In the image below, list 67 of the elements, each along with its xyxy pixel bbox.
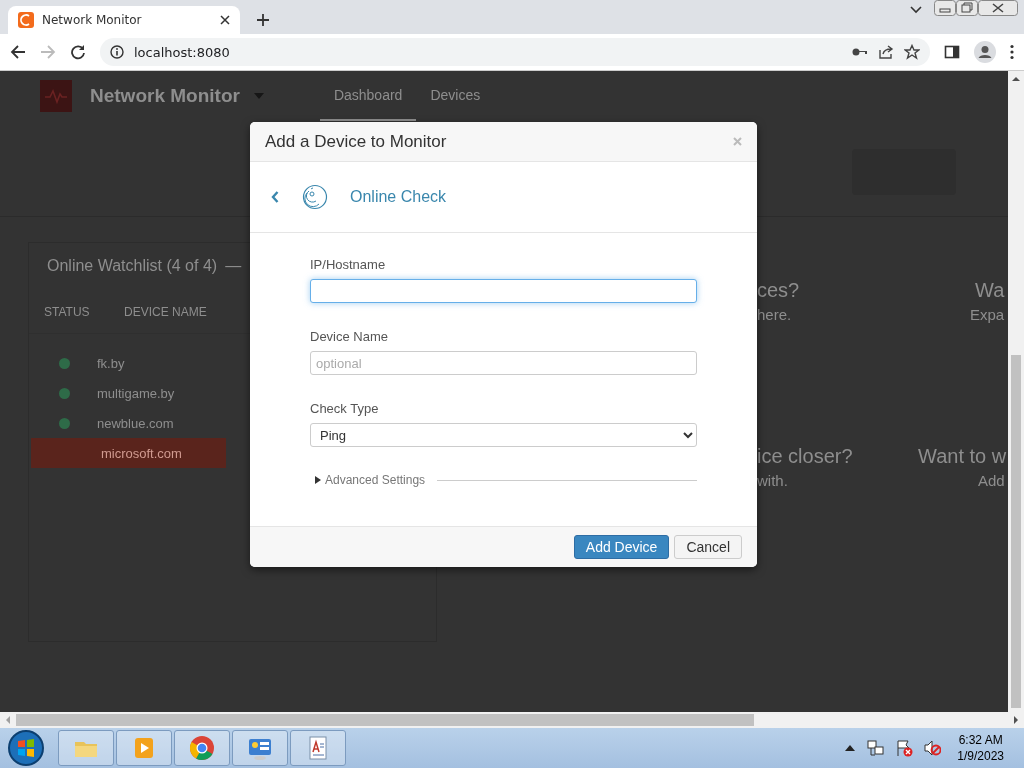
column-header: STATUS bbox=[44, 305, 91, 321]
close-icon[interactable] bbox=[978, 0, 1018, 16]
status-dot bbox=[59, 387, 70, 399]
back-icon[interactable] bbox=[10, 44, 26, 60]
speaker-muted-icon[interactable] bbox=[923, 739, 942, 757]
start-button-icon[interactable] bbox=[6, 728, 46, 768]
device-name: multigame.by bbox=[97, 385, 175, 401]
star-icon[interactable] bbox=[904, 44, 920, 60]
column-header: DEVICE NAME bbox=[124, 305, 207, 321]
field-label: Check Type bbox=[310, 401, 380, 416]
info-icon[interactable] bbox=[110, 45, 124, 59]
back-chevron-icon[interactable] bbox=[271, 191, 279, 203]
close-icon[interactable] bbox=[220, 15, 230, 25]
key-icon[interactable] bbox=[852, 47, 868, 57]
check-type-select[interactable]: Ping bbox=[310, 423, 697, 447]
browser-tab[interactable]: Network Monitor bbox=[8, 6, 240, 34]
caret-right-icon[interactable] bbox=[315, 476, 321, 484]
reload-icon[interactable] bbox=[70, 44, 86, 60]
url-text: localhost:8080 bbox=[134, 44, 231, 60]
nav-tab[interactable]: Devices bbox=[416, 71, 495, 121]
device-name: microsoft.com bbox=[101, 445, 182, 461]
side-panel-icon[interactable] bbox=[944, 44, 960, 60]
check-type-title: Online Check bbox=[350, 188, 447, 206]
app-logo-icon bbox=[18, 12, 34, 28]
tip-text: with. bbox=[757, 472, 788, 489]
browser-icon[interactable] bbox=[188, 734, 216, 762]
tip-title: Want to w bbox=[918, 445, 1007, 468]
minimize-icon[interactable] bbox=[934, 0, 956, 16]
add-device-button[interactable]: Add Device bbox=[573, 535, 670, 559]
status-dot bbox=[59, 417, 70, 429]
device-row-offline[interactable]: microsoft.com bbox=[31, 438, 226, 468]
input-field[interactable] bbox=[310, 279, 697, 303]
address-bar[interactable]: localhost:8080 bbox=[100, 38, 930, 66]
panel-title: Online Watchlist (4 of 4) bbox=[47, 257, 218, 275]
device-name: fk.by bbox=[97, 355, 125, 371]
restore-icon[interactable] bbox=[956, 0, 978, 16]
input-field[interactable]: optional bbox=[310, 351, 697, 375]
cancel-button[interactable]: Cancel bbox=[674, 535, 742, 559]
field-label: Device Name bbox=[310, 329, 390, 344]
device-name: newblue.com bbox=[97, 415, 174, 431]
tab-title: Network Monitor bbox=[42, 13, 143, 27]
new-tab-icon[interactable] bbox=[256, 13, 270, 27]
tip-title: ice closer? bbox=[757, 445, 853, 468]
tip-text: Add bbox=[978, 472, 1005, 489]
status-dot bbox=[59, 357, 70, 369]
tip-text: here. bbox=[757, 306, 792, 323]
radar-icon bbox=[302, 184, 328, 210]
collapse-button[interactable]: — bbox=[225, 257, 242, 275]
share-icon[interactable] bbox=[878, 44, 894, 60]
scrollbar-thumb[interactable] bbox=[16, 714, 754, 726]
scrollbar-thumb[interactable] bbox=[1011, 355, 1021, 708]
app-title: Network Monitor bbox=[90, 85, 240, 107]
menu-icon[interactable] bbox=[1010, 44, 1014, 60]
clock-time[interactable]: 6:32 AM bbox=[958, 732, 1003, 748]
network-icon[interactable] bbox=[867, 739, 886, 757]
tip-title: Wa bbox=[975, 279, 1005, 302]
clock-date[interactable]: 1/9/2023 bbox=[957, 748, 1004, 764]
flag-error-icon[interactable] bbox=[895, 739, 914, 757]
tip-text: Expa bbox=[970, 306, 1005, 323]
chevron-down-icon[interactable] bbox=[910, 6, 922, 14]
tray-expand-icon[interactable] bbox=[845, 745, 856, 751]
tip-title: ces? bbox=[757, 279, 800, 302]
dialog-title: Add a Device to Monitor bbox=[265, 131, 447, 152]
field-label: IP/Hostname bbox=[310, 257, 387, 272]
profile-icon[interactable] bbox=[974, 41, 996, 63]
advanced-settings-toggle[interactable]: Advanced Settings bbox=[325, 473, 426, 487]
pulse-icon bbox=[44, 88, 68, 104]
